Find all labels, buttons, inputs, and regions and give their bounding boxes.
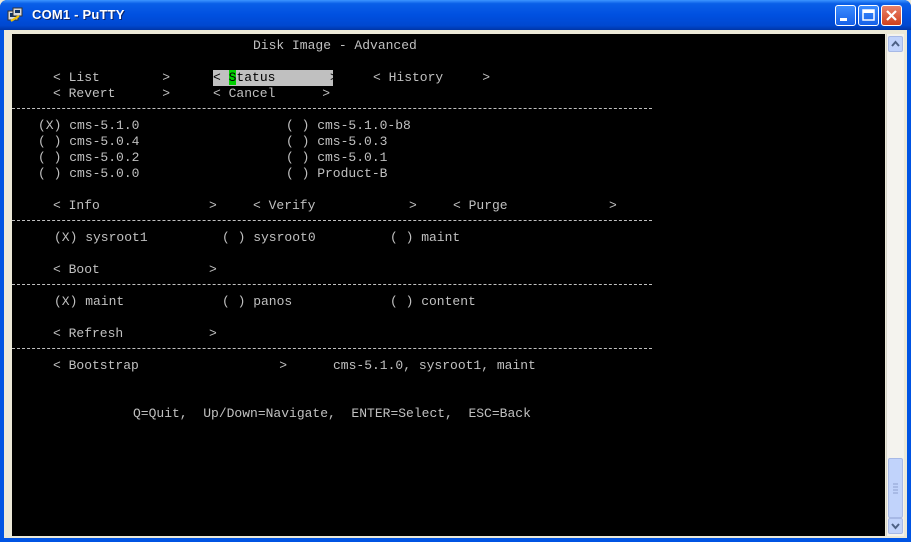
menu-status-rest: tatus > (236, 70, 338, 85)
chevron-down-icon (891, 523, 900, 530)
bootstrap-value: cms-5.1.0, sysroot1, maint (333, 358, 536, 373)
sysroot-option[interactable]: ( ) sysroot0 (222, 230, 316, 246)
close-button[interactable] (881, 5, 902, 26)
purge-button[interactable]: < Purge > (453, 198, 617, 214)
image-option[interactable]: ( ) Product-B (286, 166, 387, 182)
separator (12, 284, 652, 285)
sysroot-option[interactable]: ( ) maint (390, 230, 460, 246)
scroll-up-button[interactable] (888, 36, 903, 52)
separator (12, 220, 652, 221)
close-icon (886, 10, 897, 21)
menu-revert[interactable]: < Revert > (53, 86, 170, 102)
screen-header: Disk Image - Advanced (253, 38, 417, 53)
image-option[interactable]: ( ) cms-5.0.3 (286, 134, 387, 150)
putty-window: COM1 - PuTTY Disk Image - Advanced < Lis… (0, 0, 911, 542)
putty-icon[interactable] (7, 7, 23, 23)
help-line: Q=Quit, Up/Down=Navigate, ENTER=Select, … (133, 406, 531, 421)
image-option[interactable]: ( ) cms-5.0.0 (38, 166, 139, 182)
menu-status-open: < (213, 70, 229, 85)
menu-status[interactable]: < Status > (213, 70, 338, 86)
chevron-up-icon (891, 40, 900, 47)
info-button[interactable]: < Info > (53, 198, 217, 214)
target-option[interactable]: ( ) panos (222, 294, 292, 310)
image-option[interactable]: ( ) cms-5.0.1 (286, 150, 387, 166)
minimize-button[interactable] (835, 5, 856, 26)
image-option[interactable]: (X) cms-5.1.0 (38, 118, 139, 134)
verify-button[interactable]: < Verify > (253, 198, 417, 214)
boot-button[interactable]: < Boot > (53, 262, 217, 278)
title-bar[interactable]: COM1 - PuTTY (0, 0, 911, 30)
menu-cancel[interactable]: < Cancel > (213, 86, 330, 102)
menu-list[interactable]: < List > (53, 70, 170, 86)
sysroot-option[interactable]: (X) sysroot1 (54, 230, 148, 246)
target-option[interactable]: ( ) content (390, 294, 476, 310)
menu-history[interactable]: < History > (373, 70, 490, 86)
refresh-button[interactable]: < Refresh > (53, 326, 217, 342)
scroll-thumb[interactable] (888, 458, 903, 518)
grip-icon (893, 483, 898, 494)
bootstrap-button[interactable]: < Bootstrap > (53, 358, 287, 374)
maximize-button[interactable] (858, 5, 879, 26)
image-option[interactable]: ( ) cms-5.1.0-b8 (286, 118, 411, 134)
terminal-screen[interactable]: Disk Image - Advanced < List > < Status … (12, 34, 885, 536)
target-option[interactable]: (X) maint (54, 294, 124, 310)
separator (12, 348, 652, 349)
window-title: COM1 - PuTTY (32, 7, 125, 22)
separator (12, 108, 652, 109)
minimize-icon (840, 18, 847, 21)
vertical-scrollbar[interactable] (886, 34, 904, 536)
image-option[interactable]: ( ) cms-5.0.4 (38, 134, 139, 150)
image-option[interactable]: ( ) cms-5.0.2 (38, 150, 139, 166)
maximize-icon (862, 9, 875, 21)
scroll-down-button[interactable] (888, 518, 903, 534)
